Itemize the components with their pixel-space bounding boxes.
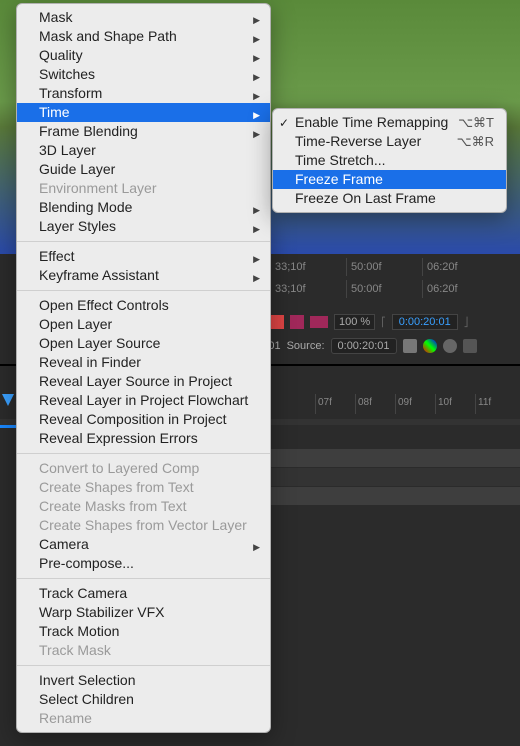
layer-bar[interactable] — [270, 487, 520, 505]
menu-switches[interactable]: Switches — [17, 65, 270, 84]
submenu-time-reverse-layer[interactable]: Time-Reverse Layer ⌥⌘R — [273, 132, 506, 151]
source-info-row: :20:01 Source: 0:00:20:01 — [250, 338, 477, 354]
time-tick: 50:00f — [346, 280, 422, 298]
frame-tick: 07f — [315, 394, 355, 414]
menu-rename: Rename — [17, 709, 270, 728]
menu-3d-layer[interactable]: 3D Layer — [17, 141, 270, 160]
submenu-freeze-frame[interactable]: Freeze Frame — [273, 170, 506, 189]
camera-icon[interactable] — [403, 339, 417, 353]
submenu-label: Time-Reverse Layer — [295, 133, 421, 149]
shortcut-text: ⌥⌘T — [458, 113, 494, 132]
time-ruler[interactable]: 33;10f 50:00f 06:20f — [270, 258, 498, 280]
timecode-display[interactable]: 0:00:20:01 — [392, 314, 458, 330]
menu-precompose[interactable]: Pre-compose... — [17, 554, 270, 573]
submenu-enable-time-remapping[interactable]: ✓ Enable Time Remapping ⌥⌘T — [273, 113, 506, 132]
layer-context-menu: Mask Mask and Shape Path Quality Switche… — [16, 3, 271, 733]
menu-track-mask: Track Mask — [17, 641, 270, 660]
menu-keyframe-assistant[interactable]: Keyframe Assistant — [17, 266, 270, 285]
menu-select-children[interactable]: Select Children — [17, 690, 270, 709]
menu-track-camera[interactable]: Track Camera — [17, 584, 270, 603]
menu-invert-selection[interactable]: Invert Selection — [17, 671, 270, 690]
bracket-icon: ⎡ — [381, 317, 386, 328]
time-tick: 33;10f — [270, 258, 346, 276]
frame-ruler[interactable]: 07f 08f 09f 10f 11f — [270, 394, 515, 414]
submenu-label: Freeze Frame — [295, 171, 383, 187]
playhead-icon[interactable] — [2, 394, 14, 406]
frame-tick: 08f — [355, 394, 395, 414]
layer-bars-region — [270, 449, 520, 506]
menu-effect[interactable]: Effect — [17, 247, 270, 266]
submenu-time-stretch[interactable]: Time Stretch... — [273, 151, 506, 170]
menu-separator — [17, 241, 270, 242]
frame-tick: 09f — [395, 394, 435, 414]
menu-guide-layer[interactable]: Guide Layer — [17, 160, 270, 179]
menu-camera[interactable]: Camera — [17, 535, 270, 554]
submenu-freeze-on-last-frame[interactable]: Freeze On Last Frame — [273, 189, 506, 208]
reset-exposure-icon[interactable] — [443, 339, 457, 353]
time-tick: 06:20f — [422, 280, 498, 298]
check-icon: ✓ — [279, 114, 289, 133]
menu-track-motion[interactable]: Track Motion — [17, 622, 270, 641]
roto-icon-2[interactable] — [290, 315, 304, 329]
layer-bar[interactable] — [270, 449, 520, 467]
misc-icon[interactable] — [463, 339, 477, 353]
menu-separator — [17, 453, 270, 454]
menu-create-masks-from-text: Create Masks from Text — [17, 497, 270, 516]
menu-warp-stabilizer-vfx[interactable]: Warp Stabilizer VFX — [17, 603, 270, 622]
menu-separator — [17, 578, 270, 579]
zoom-level[interactable]: 100 % — [334, 314, 375, 330]
region-icon[interactable] — [310, 316, 328, 328]
shortcut-text: ⌥⌘R — [457, 132, 494, 151]
frame-tick: 11f — [475, 394, 515, 414]
menu-mask[interactable]: Mask — [17, 8, 270, 27]
menu-reveal-layer-source-in-project[interactable]: Reveal Layer Source in Project — [17, 372, 270, 391]
menu-open-layer-source[interactable]: Open Layer Source — [17, 334, 270, 353]
menu-separator — [17, 665, 270, 666]
menu-convert-to-layered-comp: Convert to Layered Comp — [17, 459, 270, 478]
time-submenu: ✓ Enable Time Remapping ⌥⌘T Time-Reverse… — [272, 108, 507, 213]
menu-blending-mode[interactable]: Blending Mode — [17, 198, 270, 217]
bracket-icon: ⎦ — [464, 317, 469, 328]
color-channels-icon[interactable] — [423, 339, 437, 353]
menu-reveal-composition-in-project[interactable]: Reveal Composition in Project — [17, 410, 270, 429]
menu-open-effect-controls[interactable]: Open Effect Controls — [17, 296, 270, 315]
menu-environment-layer: Environment Layer — [17, 179, 270, 198]
time-ruler[interactable]: 33;10f 50:00f 06:20f — [270, 280, 498, 302]
submenu-label: Freeze On Last Frame — [295, 190, 436, 206]
menu-create-shapes-from-vector-layer: Create Shapes from Vector Layer — [17, 516, 270, 535]
roto-icon[interactable] — [270, 315, 284, 329]
menu-mask-shape-path[interactable]: Mask and Shape Path — [17, 27, 270, 46]
menu-create-shapes-from-text: Create Shapes from Text — [17, 478, 270, 497]
source-label: Source: — [287, 340, 325, 352]
menu-quality[interactable]: Quality — [17, 46, 270, 65]
source-timecode[interactable]: 0:00:20:01 — [331, 338, 397, 354]
menu-reveal-layer-in-project-flowchart[interactable]: Reveal Layer in Project Flowchart — [17, 391, 270, 410]
menu-open-layer[interactable]: Open Layer — [17, 315, 270, 334]
menu-transform[interactable]: Transform — [17, 84, 270, 103]
preview-info-row: 100 % ⎡ 0:00:20:01 ⎦ — [270, 314, 468, 330]
submenu-label: Enable Time Remapping — [295, 114, 448, 130]
menu-layer-styles[interactable]: Layer Styles — [17, 217, 270, 236]
menu-reveal-expression-errors[interactable]: Reveal Expression Errors — [17, 429, 270, 448]
menu-separator — [17, 290, 270, 291]
submenu-label: Time Stretch... — [295, 152, 386, 168]
time-tick: 06:20f — [422, 258, 498, 276]
menu-frame-blending[interactable]: Frame Blending — [17, 122, 270, 141]
time-tick: 50:00f — [346, 258, 422, 276]
menu-reveal-in-finder[interactable]: Reveal in Finder — [17, 353, 270, 372]
menu-time[interactable]: Time — [17, 103, 270, 122]
time-tick: 33;10f — [270, 280, 346, 298]
layer-bar[interactable] — [270, 468, 520, 486]
frame-tick: 10f — [435, 394, 475, 414]
